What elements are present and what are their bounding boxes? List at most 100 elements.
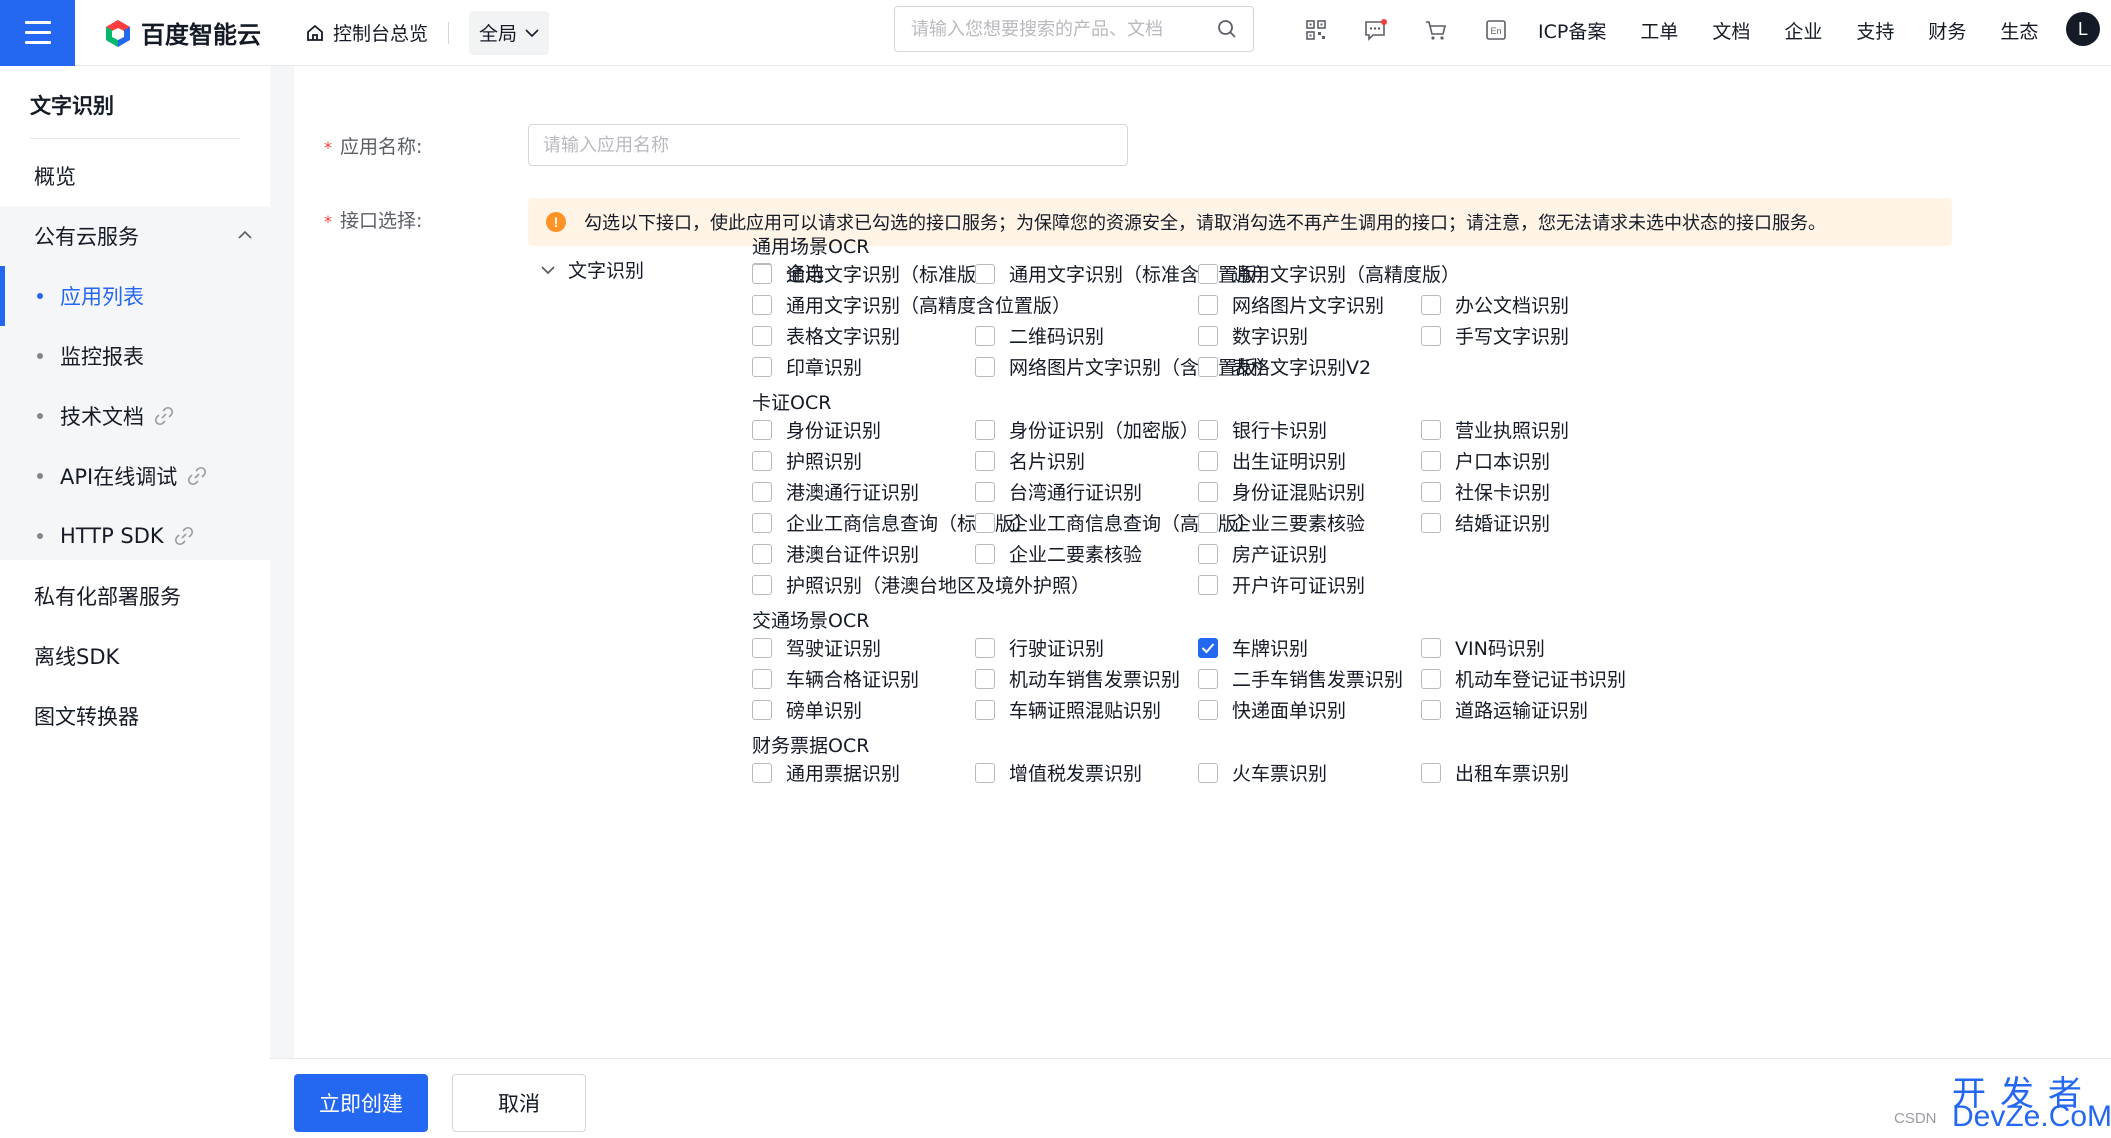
api-checkbox[interactable]: 车牌识别 (1198, 634, 1308, 661)
api-checkbox[interactable]: 房产证识别 (1198, 540, 1327, 567)
nav-support[interactable]: 支持 (1856, 17, 1894, 44)
api-checkbox[interactable]: 网络图片文字识别 (1198, 291, 1384, 318)
nav-enterprise[interactable]: 企业 (1784, 17, 1822, 44)
checkbox-box[interactable] (752, 263, 772, 284)
nav-finance[interactable]: 财务 (1928, 17, 1966, 44)
api-checkbox[interactable]: 护照识别 (752, 447, 862, 474)
checkbox-box[interactable] (1198, 325, 1218, 346)
checkbox-box[interactable] (1198, 356, 1218, 377)
checkbox-box[interactable] (975, 637, 995, 658)
api-checkbox[interactable]: 二维码识别 (975, 322, 1104, 349)
checkbox-box[interactable] (1421, 325, 1441, 346)
api-checkbox[interactable]: 台湾通行证识别 (975, 478, 1142, 505)
checkbox-box[interactable] (1421, 419, 1441, 440)
api-checkbox[interactable]: 火车票识别 (1198, 759, 1327, 786)
checkbox-box[interactable] (975, 668, 995, 689)
checkbox-box[interactable] (975, 762, 995, 783)
api-checkbox[interactable]: 数字识别 (1198, 322, 1308, 349)
api-checkbox[interactable]: 行驶证识别 (975, 634, 1104, 661)
checkbox-box[interactable] (1198, 419, 1218, 440)
checkbox-box[interactable] (752, 356, 772, 377)
language-button[interactable]: En (1466, 0, 1526, 60)
cancel-button[interactable]: 取消 (452, 1074, 586, 1132)
checkbox-box[interactable] (975, 325, 995, 346)
api-checkbox[interactable]: 出租车票识别 (1421, 759, 1569, 786)
checkbox-box[interactable] (1421, 699, 1441, 720)
checkbox-box[interactable] (975, 512, 995, 533)
api-checkbox[interactable]: 通用文字识别（高精度含位置版） (752, 291, 1071, 318)
api-checkbox[interactable]: 护照识别（港澳台地区及境外护照） (752, 571, 1090, 598)
region-scope-select[interactable]: 全局 (469, 10, 550, 55)
checkbox-box[interactable] (752, 543, 772, 564)
checkbox-checked[interactable] (1198, 637, 1218, 658)
checkbox-box[interactable] (1198, 263, 1218, 284)
sidebar-item-overview[interactable]: 概览 (0, 146, 270, 206)
checkbox-box[interactable] (1421, 668, 1441, 689)
checkbox-box[interactable] (752, 574, 772, 595)
api-checkbox[interactable]: 快递面单识别 (1198, 696, 1346, 723)
checkbox-box[interactable] (975, 263, 995, 284)
sidebar-item-img-converter[interactable]: 图文转换器 (0, 686, 270, 746)
checkbox-box[interactable] (1198, 481, 1218, 502)
nav-icp[interactable]: ICP备案 (1538, 17, 1606, 44)
api-checkbox[interactable]: 社保卡识别 (1421, 478, 1550, 505)
checkbox-box[interactable] (975, 450, 995, 471)
api-checkbox[interactable]: 身份证识别 (752, 416, 881, 443)
api-checkbox[interactable]: VIN码识别 (1421, 634, 1545, 661)
checkbox-box[interactable] (1198, 699, 1218, 720)
sidebar-item-app-list[interactable]: 应用列表 (0, 266, 270, 326)
checkbox-box[interactable] (1421, 637, 1441, 658)
search-icon[interactable] (1217, 19, 1237, 39)
api-checkbox[interactable]: 机动车销售发票识别 (975, 665, 1180, 692)
checkbox-box[interactable] (752, 699, 772, 720)
checkbox-box[interactable] (752, 294, 772, 315)
checkbox-box[interactable] (1421, 481, 1441, 502)
checkbox-box[interactable] (975, 543, 995, 564)
checkbox-box[interactable] (752, 419, 772, 440)
nav-ticket[interactable]: 工单 (1640, 17, 1678, 44)
api-checkbox[interactable]: 表格文字识别V2 (1198, 353, 1371, 380)
create-button[interactable]: 立即创建 (294, 1074, 428, 1132)
checkbox-box[interactable] (1198, 574, 1218, 595)
api-checkbox[interactable]: 通用文字识别（高精度版） (1198, 260, 1460, 287)
sidebar-item-private-deploy[interactable]: 私有化部署服务 (0, 566, 270, 626)
api-checkbox[interactable]: 开户许可证识别 (1198, 571, 1365, 598)
checkbox-box[interactable] (1198, 762, 1218, 783)
checkbox-box[interactable] (1198, 294, 1218, 315)
checkbox-box[interactable] (752, 512, 772, 533)
api-checkbox[interactable]: 结婚证识别 (1421, 509, 1550, 536)
checkbox-box[interactable] (1198, 668, 1218, 689)
api-checkbox[interactable]: 磅单识别 (752, 696, 862, 723)
nav-docs[interactable]: 文档 (1712, 17, 1750, 44)
api-checkbox[interactable]: 名片识别 (975, 447, 1085, 474)
api-checkbox[interactable]: 身份证混贴识别 (1198, 478, 1365, 505)
nav-ecosystem[interactable]: 生态 (2000, 17, 2038, 44)
menu-button[interactable] (0, 0, 75, 66)
api-checkbox[interactable]: 表格文字识别 (752, 322, 900, 349)
api-checkbox[interactable]: 营业执照识别 (1421, 416, 1569, 443)
avatar[interactable]: L (2066, 12, 2100, 46)
checkbox-box[interactable] (975, 481, 995, 502)
sidebar-item-http-sdk[interactable]: HTTP SDK (0, 506, 270, 566)
api-checkbox[interactable]: 港澳台证件识别 (752, 540, 919, 567)
api-checkbox[interactable]: 身份证识别（加密版） (975, 416, 1199, 443)
api-checkbox[interactable]: 增值税发票识别 (975, 759, 1142, 786)
checkbox-box[interactable] (975, 419, 995, 440)
console-home-link[interactable]: 控制台总览 (305, 19, 428, 46)
checkbox-box[interactable] (1421, 294, 1441, 315)
sidebar-item-tech-docs[interactable]: 技术文档 (0, 386, 270, 446)
qrcode-button[interactable] (1286, 0, 1346, 60)
checkbox-box[interactable] (752, 762, 772, 783)
api-checkbox[interactable]: 通用票据识别 (752, 759, 900, 786)
api-checkbox[interactable]: 通用文字识别（标准版） (752, 260, 995, 287)
sidebar-item-public-cloud[interactable]: 公有云服务 (0, 206, 270, 266)
checkbox-box[interactable] (1198, 543, 1218, 564)
api-checkbox[interactable]: 银行卡识别 (1198, 416, 1327, 443)
api-checkbox[interactable]: 二手车销售发票识别 (1198, 665, 1403, 692)
checkbox-box[interactable] (752, 668, 772, 689)
sidebar-item-offline-sdk[interactable]: 离线SDK (0, 626, 270, 686)
api-checkbox[interactable]: 手写文字识别 (1421, 322, 1569, 349)
checkbox-box[interactable] (752, 637, 772, 658)
api-checkbox[interactable]: 企业三要素核验 (1198, 509, 1365, 536)
checkbox-box[interactable] (1421, 762, 1441, 783)
